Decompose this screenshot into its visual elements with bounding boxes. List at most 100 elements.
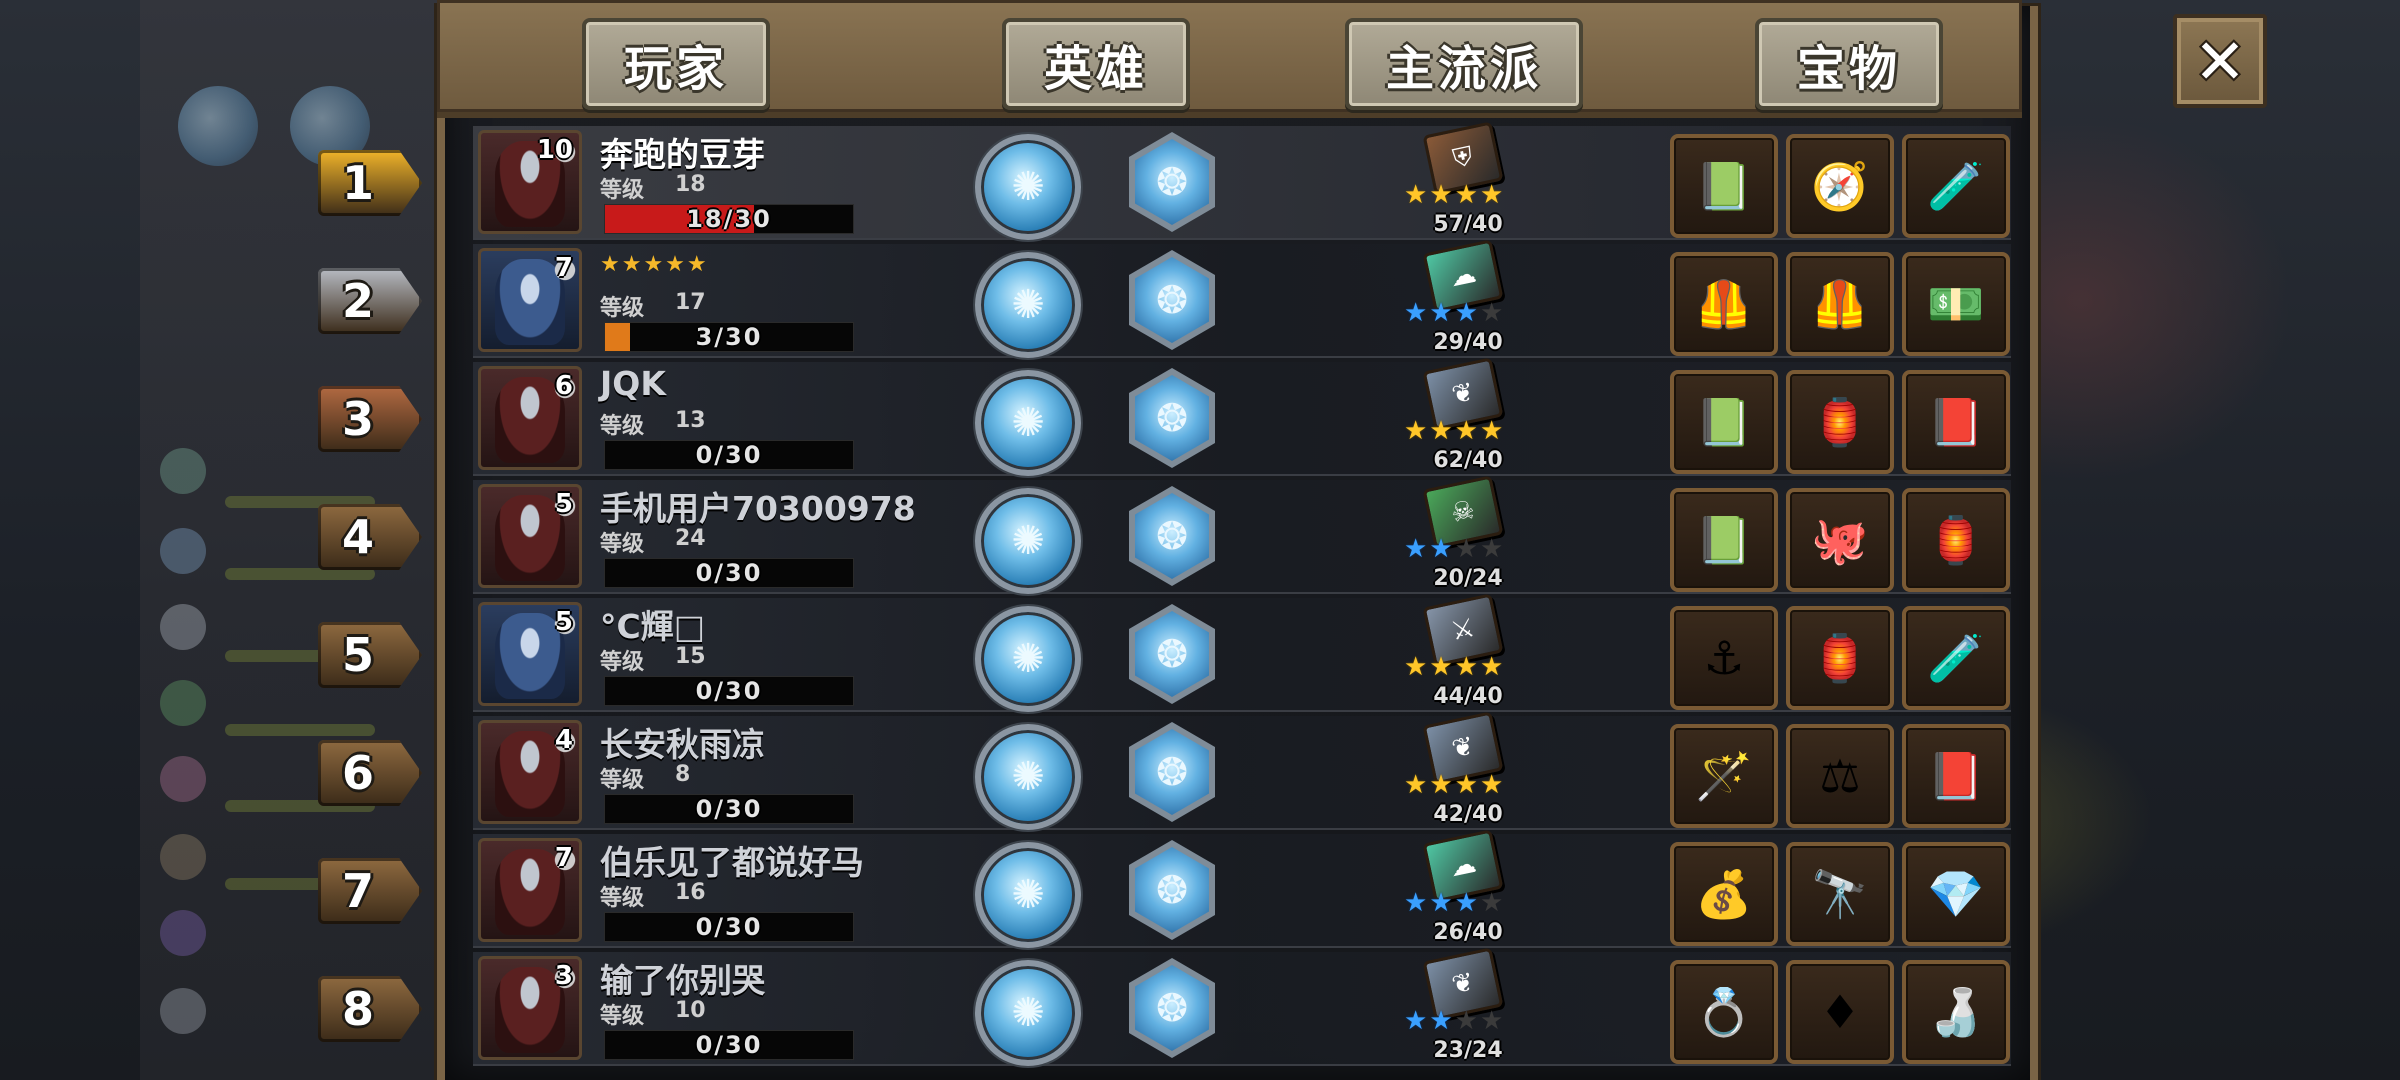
treasure-slot[interactable]: 🍶 <box>1902 960 2010 1064</box>
close-icon: ✕ <box>2194 24 2246 98</box>
rune-hexagon[interactable]: ❂ <box>1122 722 1222 822</box>
star-empty-icon: ★ <box>1479 888 1506 918</box>
xp-text: 3/30 <box>695 323 763 351</box>
treasure-slot[interactable]: 🧭 <box>1786 134 1894 238</box>
player-avatar[interactable]: 6 <box>478 366 582 470</box>
player-avatar[interactable]: 3 <box>478 956 582 1060</box>
telescope-icon: 🔭 <box>1811 866 1869 921</box>
ruby-icon: ♦ <box>1819 985 1861 1039</box>
rune-hexagon[interactable]: ❂ <box>1122 958 1222 1058</box>
star-filled-icon: ★ <box>1429 416 1455 446</box>
avatar-level-badge: 5 <box>537 607 577 641</box>
player-avatar[interactable]: 7 <box>478 838 582 942</box>
treasure-slot[interactable]: 🏮 <box>1902 488 2010 592</box>
rank-badge: 6 <box>318 740 422 806</box>
treasure-slot[interactable]: 🏮 <box>1786 370 1894 474</box>
skill-orb[interactable]: ✺ <box>975 842 1081 948</box>
player-name: ★★★★★ <box>600 252 709 277</box>
background-orb <box>178 86 258 166</box>
treasure-slot[interactable]: 💵 <box>1902 252 2010 356</box>
rune-hexagon[interactable]: ❂ <box>1122 840 1222 940</box>
treasure-slot[interactable]: 💍 <box>1670 960 1778 1064</box>
rank-badge: 7 <box>318 858 422 924</box>
emerald-cube-icon: 💎 <box>1927 866 1985 921</box>
treasure-slot[interactable]: 🦺 <box>1670 252 1778 356</box>
rune-hexagon[interactable]: ❂ <box>1122 368 1222 468</box>
treasure-slot[interactable]: 🧪 <box>1902 606 2010 710</box>
tab-players[interactable]: 玩家 <box>582 18 770 110</box>
avatar-level-badge: 10 <box>536 135 577 169</box>
treasure-slot[interactable]: 🦺 <box>1786 252 1894 356</box>
rune-hexagon[interactable]: ❂ <box>1122 486 1222 586</box>
treasure-slot[interactable]: 🐙 <box>1786 488 1894 592</box>
treasure-slot[interactable]: 📗 <box>1670 488 1778 592</box>
player-name: 长安秋雨凉 <box>600 725 765 764</box>
treasure-slot[interactable]: 🧪 <box>1902 134 2010 238</box>
treasure-slot[interactable]: 🪄 <box>1670 724 1778 828</box>
player-avatar[interactable]: 10 <box>478 130 582 234</box>
star-rating: ★★★★ <box>1404 770 1505 800</box>
treasure-slot[interactable]: ♦ <box>1786 960 1894 1064</box>
vortex-icon: ❂ <box>1156 632 1188 676</box>
star-filled-icon: ★ <box>1429 888 1455 918</box>
level-value: 24 <box>675 526 706 551</box>
background-dot <box>160 448 206 494</box>
school-progress: 26/40 <box>1433 920 1503 945</box>
background-bar <box>225 724 375 736</box>
skill-orb[interactable]: ✺ <box>975 370 1081 476</box>
treasure-slot[interactable]: 📗 <box>1670 134 1778 238</box>
treasure-slot[interactable]: 🔭 <box>1786 842 1894 946</box>
star-filled-icon: ★ <box>1454 180 1480 210</box>
treasure-slot[interactable]: 🏮 <box>1786 606 1894 710</box>
star-rating: ★★★★ <box>1404 416 1505 446</box>
player-avatar[interactable]: 5 <box>478 602 582 706</box>
tab-heroes[interactable]: 英雄 <box>1002 18 1190 110</box>
tab-treasures[interactable]: 宝物 <box>1755 18 1943 110</box>
star-filled-icon: ★ <box>1404 416 1430 446</box>
spirit-swirl-icon: ✺ <box>1011 754 1045 800</box>
leather-armor-icon: 🦺 <box>1811 276 1869 331</box>
background-dot <box>160 834 206 880</box>
rune-hexagon[interactable]: ❂ <box>1122 132 1222 232</box>
player-avatar[interactable]: 4 <box>478 720 582 824</box>
level-value: 15 <box>675 644 706 669</box>
skill-orb[interactable]: ✺ <box>975 606 1081 712</box>
xp-progress-bar: 0/30 <box>604 912 854 942</box>
rank-badge: 4 <box>318 504 422 570</box>
vortex-icon: ❂ <box>1156 160 1188 204</box>
skill-orb[interactable]: ✺ <box>975 488 1081 594</box>
skill-orb[interactable]: ✺ <box>975 134 1081 240</box>
close-button[interactable]: ✕ <box>2173 14 2267 108</box>
treasure-slot[interactable]: ⚓ <box>1670 606 1778 710</box>
magic-tome-icon: 📕 <box>1927 748 1985 803</box>
treasure-slot[interactable]: 💰 <box>1670 842 1778 946</box>
rune-hexagon[interactable]: ❂ <box>1122 604 1222 704</box>
spirit-swirl-icon: ✺ <box>1011 518 1045 564</box>
school-progress: 62/40 <box>1433 448 1503 473</box>
player-avatar[interactable]: 5 <box>478 484 582 588</box>
treasure-slot[interactable]: 📕 <box>1902 370 2010 474</box>
xp-progress-bar: 0/30 <box>604 1030 854 1060</box>
background-dot <box>160 756 206 802</box>
treasure-slot[interactable]: ⚖ <box>1786 724 1894 828</box>
star-filled-icon: ★ <box>1404 770 1430 800</box>
treasure-slot[interactable]: 📗 <box>1670 370 1778 474</box>
background-dot <box>160 604 206 650</box>
tab-main-school[interactable]: 主流派 <box>1345 18 1583 110</box>
kraken-idol-icon: 🐙 <box>1811 512 1869 567</box>
treasure-slot[interactable]: 📕 <box>1902 724 2010 828</box>
skill-orb[interactable]: ✺ <box>975 960 1081 1066</box>
star-filled-icon: ★ <box>1404 652 1430 682</box>
green-potion-icon: 🍶 <box>1927 984 1985 1039</box>
vortex-icon: ❂ <box>1156 868 1188 912</box>
player-avatar[interactable]: 7 <box>478 248 582 352</box>
avatar-level-badge: 6 <box>537 371 577 405</box>
treasure-slot[interactable]: 💎 <box>1902 842 2010 946</box>
avatar-level-badge: 4 <box>537 725 577 759</box>
star-filled-icon: ★ <box>1479 416 1506 446</box>
skill-orb[interactable]: ✺ <box>975 724 1081 830</box>
skill-orb[interactable]: ✺ <box>975 252 1081 358</box>
school-progress: 23/24 <box>1433 1038 1503 1063</box>
star-filled-icon: ★ <box>1429 1006 1455 1036</box>
rune-hexagon[interactable]: ❂ <box>1122 250 1222 350</box>
